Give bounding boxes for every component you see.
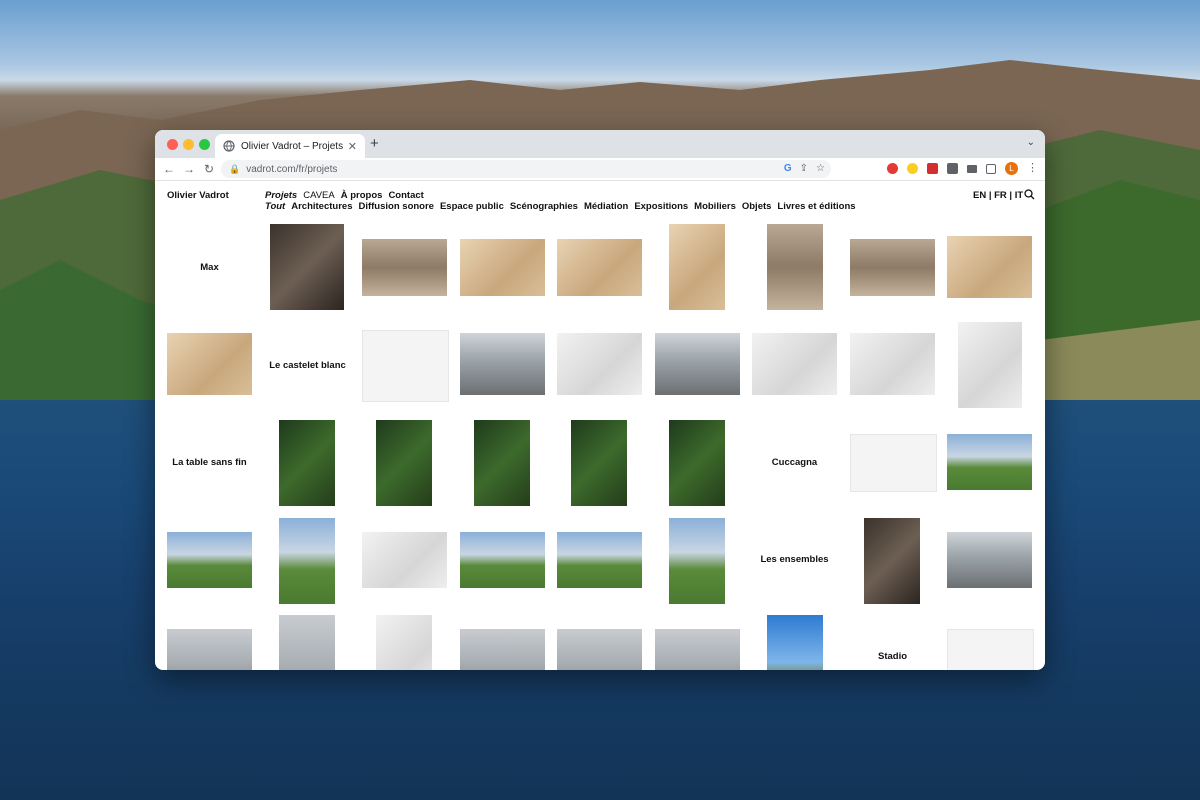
project-thumbnail[interactable] [767, 615, 823, 670]
project-thumbnail[interactable] [557, 239, 642, 296]
profile-avatar[interactable]: L [1005, 162, 1018, 175]
web-page: Olivier Vadrot Projets CAVEA À propos Co… [155, 180, 1045, 670]
category-architectures[interactable]: Architectures [291, 201, 352, 212]
project-thumbnail[interactable] [850, 239, 935, 296]
project-thumbnail[interactable] [571, 420, 627, 506]
extensions-puzzle-icon[interactable] [947, 163, 958, 174]
project-thumbnail[interactable] [362, 532, 447, 588]
nav-contact[interactable]: Contact [388, 190, 423, 201]
project-thumbnail[interactable] [270, 224, 344, 310]
share-icon[interactable]: ⇪ [800, 163, 808, 174]
project-thumbnail[interactable] [557, 532, 642, 588]
category-espace-public[interactable]: Espace public [440, 201, 504, 212]
project-thumbnail[interactable] [655, 629, 740, 670]
project-label-cuccagna[interactable]: Cuccagna [752, 457, 837, 468]
project-label-stadio[interactable]: Stadio [850, 651, 935, 662]
project-thumbnail[interactable] [460, 239, 545, 296]
project-thumbnail[interactable] [947, 532, 1032, 588]
tab-title: Olivier Vadrot – Projets [241, 140, 344, 152]
browser-toolbar: ← → ↻ 🔒 vadrot.com/fr/projets G ⇪ ☆ L ⋮ [155, 158, 1045, 181]
browser-menu-icon[interactable]: ⋮ [1027, 163, 1038, 174]
category-expositions[interactable]: Expositions [634, 201, 688, 212]
category-scenographies[interactable]: Scénographies [510, 201, 578, 212]
extension-warning-icon[interactable] [907, 163, 918, 174]
project-thumbnail[interactable] [279, 615, 335, 670]
project-thumbnail[interactable] [850, 333, 935, 395]
project-thumbnail[interactable] [947, 629, 1034, 670]
lock-icon: 🔒 [229, 163, 241, 174]
project-thumbnail[interactable] [279, 518, 335, 604]
project-label-le-castelet-blanc[interactable]: Le castelet blanc [265, 360, 350, 371]
reading-list-icon[interactable] [967, 164, 977, 173]
project-thumbnail[interactable] [362, 239, 447, 296]
project-thumbnail[interactable] [460, 629, 545, 670]
google-icon[interactable]: G [784, 163, 792, 174]
globe-icon [223, 140, 235, 152]
maximize-window-button[interactable] [199, 139, 210, 150]
project-thumbnail[interactable] [669, 224, 725, 310]
language-switcher[interactable]: EN | FR | IT [973, 190, 1023, 201]
project-label-max[interactable]: Max [167, 262, 252, 273]
project-thumbnail[interactable] [279, 420, 335, 506]
bookmark-star-icon[interactable]: ☆ [816, 163, 825, 174]
forward-button[interactable]: → [179, 162, 199, 176]
category-mediation[interactable]: Médiation [584, 201, 628, 212]
project-thumbnail[interactable] [669, 420, 725, 506]
primary-nav: Projets CAVEA À propos Contact [265, 190, 424, 201]
project-thumbnail[interactable] [460, 532, 545, 588]
project-thumbnail[interactable] [947, 434, 1032, 490]
side-panel-icon[interactable] [986, 163, 996, 174]
close-window-button[interactable] [167, 139, 178, 150]
project-thumbnail[interactable] [167, 629, 252, 670]
project-label-les-ensembles[interactable]: Les ensembles [752, 554, 837, 565]
project-thumbnail[interactable] [474, 420, 530, 506]
site-title[interactable]: Olivier Vadrot [167, 190, 229, 201]
category-objets[interactable]: Objets [742, 201, 772, 212]
new-tab-button[interactable]: + [370, 135, 379, 152]
close-tab-icon[interactable]: ✕ [348, 140, 357, 153]
project-thumbnail[interactable] [376, 420, 432, 506]
project-thumbnail[interactable] [767, 224, 823, 310]
back-button[interactable]: ← [159, 162, 179, 176]
project-label-la-table-sans-fin[interactable]: La table sans fin [167, 457, 252, 468]
category-tout[interactable]: Tout [265, 201, 285, 212]
project-thumbnail[interactable] [362, 330, 449, 402]
minimize-window-button[interactable] [183, 139, 194, 150]
category-livres-et-editions[interactable]: Livres et éditions [777, 201, 855, 212]
category-diffusion-sonore[interactable]: Diffusion sonore [358, 201, 433, 212]
project-thumbnail[interactable] [460, 333, 545, 395]
project-thumbnail[interactable] [167, 532, 252, 588]
category-nav: Tout Architectures Diffusion sonore Espa… [265, 201, 856, 212]
reload-button[interactable]: ↻ [199, 162, 219, 176]
project-thumbnail[interactable] [669, 518, 725, 604]
project-thumbnail[interactable] [958, 322, 1022, 408]
tab-search-chevron-icon[interactable]: ⌄ [1027, 137, 1035, 148]
project-thumbnail[interactable] [167, 333, 252, 395]
nav-cavea[interactable]: CAVEA [303, 190, 335, 201]
extension-abp-icon[interactable] [927, 163, 938, 174]
category-mobiliers[interactable]: Mobiliers [694, 201, 736, 212]
tab-bar: Olivier Vadrot – Projets ✕ + ⌄ [155, 130, 1045, 158]
project-thumbnail[interactable] [864, 518, 920, 604]
project-thumbnail[interactable] [947, 236, 1032, 298]
project-thumbnail[interactable] [752, 333, 837, 395]
browser-window: Olivier Vadrot – Projets ✕ + ⌄ ← → ↻ 🔒 v… [155, 130, 1045, 670]
address-bar[interactable]: 🔒 vadrot.com/fr/projets G ⇪ ☆ [221, 160, 831, 178]
extension-red-icon[interactable] [887, 163, 898, 174]
project-thumbnail[interactable] [557, 629, 642, 670]
url-text: vadrot.com/fr/projets [246, 163, 338, 175]
project-thumbnail[interactable] [850, 434, 937, 492]
project-thumbnail[interactable] [655, 333, 740, 395]
project-thumbnail[interactable] [557, 333, 642, 395]
nav-a-propos[interactable]: À propos [341, 190, 383, 201]
browser-tab[interactable]: Olivier Vadrot – Projets ✕ [215, 134, 365, 158]
project-thumbnail[interactable] [376, 615, 432, 670]
search-icon[interactable] [1024, 189, 1035, 200]
nav-projets[interactable]: Projets [265, 190, 297, 201]
